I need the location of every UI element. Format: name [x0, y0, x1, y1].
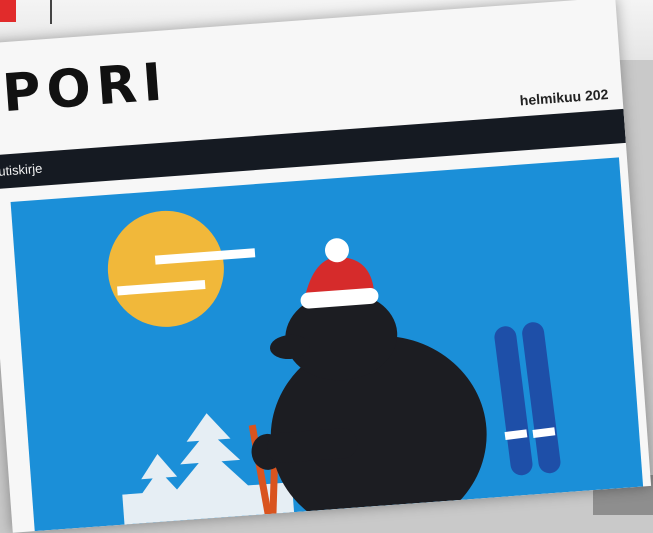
issue-date: helmikuu 202: [519, 86, 609, 109]
santa-hat-icon: [300, 238, 379, 309]
nav-label: utiskirje: [0, 160, 43, 179]
sun-icon: [107, 210, 256, 327]
hero-illustration-svg: [107, 210, 561, 532]
newsletter-page: PORI helmikuu 202 utiskirje: [0, 0, 652, 533]
skis-icon: [494, 322, 561, 476]
background-frame-edge: [50, 0, 52, 24]
brand-logo: PORI: [0, 52, 171, 125]
hero-illustration: [10, 157, 644, 532]
background-red-object: [0, 0, 16, 22]
